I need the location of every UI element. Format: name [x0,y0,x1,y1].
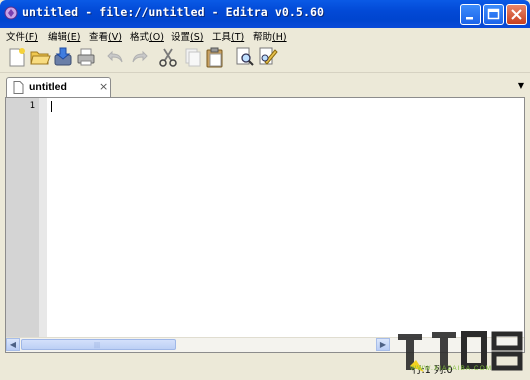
find-icon[interactable] [234,46,256,68]
editor-area[interactable]: 1 ◀ ||| ▶ [5,97,525,353]
copy-icon[interactable] [182,46,204,68]
scroll-right-button[interactable]: ▶ [376,338,390,351]
tab-label: untitled [29,81,67,93]
undo-icon[interactable] [105,46,127,68]
watermark-text: WWW.XIAZAIBA.COM [410,365,493,372]
title-bar: untitled - file://untitled - Editra v0.5… [0,0,530,28]
find-replace-icon[interactable] [257,46,279,68]
maximize-icon [487,8,500,20]
grip-icon: ||| [94,342,101,349]
document-icon [13,81,24,94]
minimize-button[interactable] [460,4,481,25]
tab-untitled[interactable]: untitled × [6,77,111,97]
close-icon [511,9,522,20]
toolbar [0,43,530,73]
menu-settings[interactable]: 设置(S) [171,29,203,43]
menu-help[interactable]: 帮助(H) [253,29,287,43]
cut-icon[interactable] [157,46,179,68]
editra-app-icon[interactable] [4,6,18,20]
menu-format[interactable]: 格式(O) [130,29,164,43]
line-number: 1 [29,101,35,111]
tab-menu-dropdown-icon[interactable]: ▼ [518,81,524,90]
menu-bar: 文件(F) 编辑(E) 查看(V) 格式(O) 设置(S) 工具(T) 帮助(H… [0,28,530,43]
open-folder-icon[interactable] [29,46,51,68]
scroll-thumb[interactable]: ||| [21,339,176,350]
paste-icon[interactable] [204,46,226,68]
close-button[interactable] [506,4,527,25]
maximize-button[interactable] [483,4,504,25]
new-file-icon[interactable] [6,46,28,68]
tab-bar: untitled × ▼ [0,73,530,97]
menu-view[interactable]: 查看(V) [89,29,122,43]
minimize-icon [466,17,473,20]
window-title: untitled - file://untitled - Editra v0.5… [22,5,325,19]
text-cursor [51,101,52,112]
redo-icon[interactable] [128,46,150,68]
menu-tools[interactable]: 工具(T) [212,29,244,43]
menu-edit[interactable]: 编辑(E) [48,29,80,43]
line-number-gutter: 1 [6,98,47,339]
menu-file[interactable]: 文件(F) [6,29,38,43]
scroll-left-button[interactable]: ◀ [6,338,20,351]
save-icon[interactable] [52,46,74,68]
tab-close-icon[interactable]: × [99,80,108,93]
print-icon[interactable] [75,46,97,68]
